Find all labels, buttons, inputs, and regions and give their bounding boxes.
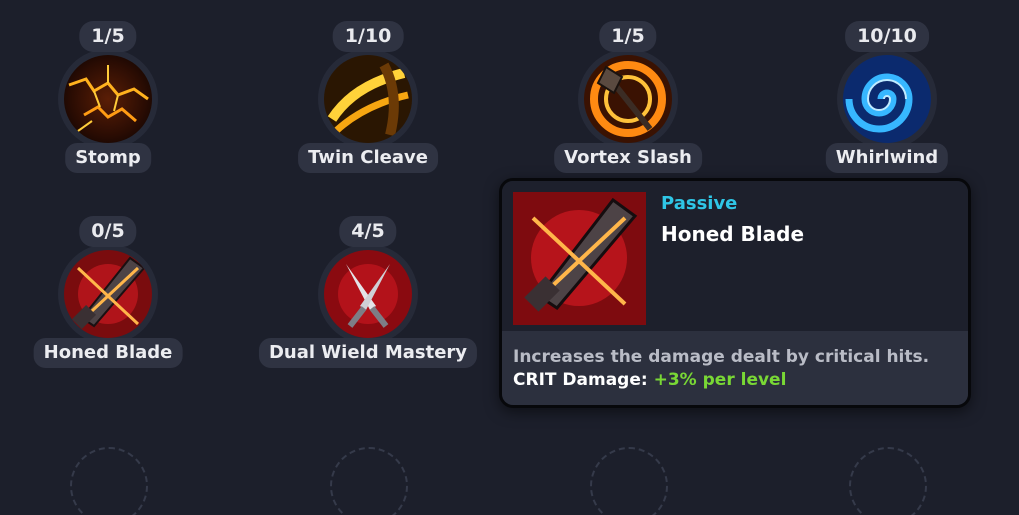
tooltip-stat: CRIT Damage: +3% per level [513, 370, 786, 390]
skill-stomp[interactable]: 1/5 Stomp [0, 21, 218, 181]
stat-label: CRIT Damage: [513, 370, 648, 390]
skill-level: 4/5 [339, 216, 397, 247]
skill-twin-cleave[interactable]: 1/10 Twin Cleave [258, 21, 478, 181]
whirlwind-icon[interactable] [837, 49, 937, 149]
skill-name: Twin Cleave [298, 143, 438, 173]
empty-skill-slot [70, 447, 148, 515]
empty-skill-slot [330, 447, 408, 515]
empty-skill-slot [590, 447, 668, 515]
skill-tooltip: Passive Honed Blade Increases the damage… [499, 178, 971, 408]
stomp-icon[interactable] [58, 49, 158, 149]
dual-wield-mastery-icon[interactable] [318, 244, 418, 344]
tooltip-title: Honed Blade [661, 222, 805, 246]
honed-blade-icon [513, 192, 646, 325]
skill-level: 1/5 [599, 21, 657, 52]
skill-vortex-slash[interactable]: 1/5 Vortex Slash [518, 21, 738, 181]
skill-level: 0/5 [79, 216, 137, 247]
tooltip-body: Increases the damage dealt by critical h… [502, 331, 968, 405]
skill-level: 1/5 [79, 21, 137, 52]
stat-value: +3% per level [653, 370, 787, 390]
skill-name: Honed Blade [33, 338, 183, 368]
skill-dual-wield-mastery[interactable]: 4/5 Dual Wield Mastery [258, 216, 478, 376]
skill-whirlwind[interactable]: 10/10 Whirlwind [777, 21, 997, 181]
twin-cleave-icon[interactable] [318, 49, 418, 149]
vortex-slash-icon[interactable] [578, 49, 678, 149]
tooltip-type: Passive [661, 193, 738, 214]
empty-skill-slot [849, 447, 927, 515]
skill-name: Stomp [65, 143, 151, 173]
skill-level: 1/10 [332, 21, 404, 52]
tooltip-description: Increases the damage dealt by critical h… [513, 347, 930, 367]
skill-level: 10/10 [845, 21, 929, 52]
honed-blade-icon[interactable] [58, 244, 158, 344]
skill-name: Dual Wield Mastery [258, 338, 478, 368]
skill-panel: 1/5 Stomp 1/10 Twin Cleave 1/5 Vortex Sl… [0, 0, 1019, 515]
skill-name: Whirlwind [825, 143, 949, 173]
skill-honed-blade[interactable]: 0/5 Honed Blade [0, 216, 218, 376]
tooltip-header: Passive Honed Blade [502, 181, 968, 331]
skill-name: Vortex Slash [554, 143, 702, 173]
